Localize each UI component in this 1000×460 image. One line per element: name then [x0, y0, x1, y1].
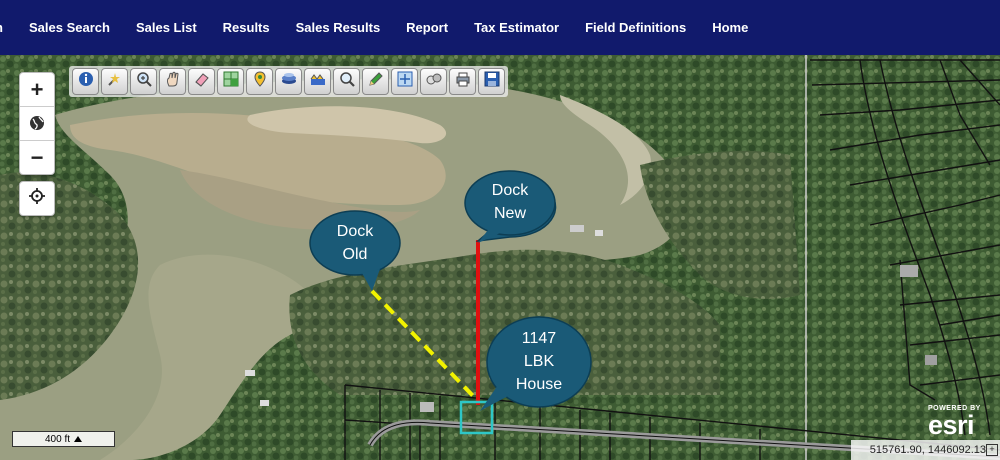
nav-list: Search Sales Search Sales List Results S… [0, 20, 761, 35]
zoom-box-icon [135, 70, 153, 93]
identify-icon [106, 70, 124, 93]
coordinates-text: 515761.90, 1446092.13 [869, 444, 986, 456]
select-parcel-icon [222, 70, 240, 93]
buffer-tool-button[interactable] [420, 68, 447, 95]
erase-tool-button[interactable] [188, 68, 215, 95]
nav-item-results[interactable]: Results [210, 20, 283, 35]
locate-button[interactable] [19, 181, 55, 216]
erase-icon [193, 70, 211, 93]
nav-item-field-definitions[interactable]: Field Definitions [572, 20, 699, 35]
info-icon [77, 70, 95, 93]
house-callout-text: 1147 LBK House [515, 330, 563, 393]
dock-old-callout-text: Dock Old [336, 223, 374, 263]
zoom-box-tool-button[interactable] [130, 68, 157, 95]
dock-new-callout-text: Dock New [491, 182, 529, 222]
map-view[interactable]: Dock New Dock Old 1147 LBK House + − 400… [0, 55, 1000, 460]
add-point-tool-button[interactable] [246, 68, 273, 95]
identify-tool-button[interactable] [101, 68, 128, 95]
pan-hand-tool-button[interactable] [159, 68, 186, 95]
measure-tool-button[interactable] [391, 68, 418, 95]
zoom-out-button[interactable]: − [20, 141, 54, 174]
esri-logo: esri [928, 410, 975, 440]
minus-icon: − [30, 144, 44, 170]
pan-hand-icon [164, 70, 182, 93]
top-navigation-bar: Search Sales Search Sales List Results S… [0, 0, 1000, 55]
neighborhood-icon [309, 70, 327, 93]
annotation-overlay [309, 170, 592, 435]
nav-item-report[interactable]: Report [393, 20, 461, 35]
nav-item-tax-estimator[interactable]: Tax Estimator [461, 20, 572, 35]
triangle-up-icon [74, 434, 83, 445]
nav-item-sales-results[interactable]: Sales Results [283, 20, 394, 35]
search-magnifier-tool-button[interactable] [333, 68, 360, 95]
save-icon [483, 70, 501, 93]
save-tool-button[interactable] [478, 68, 505, 95]
draw-pencil-icon [367, 70, 385, 93]
info-tool-button[interactable] [72, 68, 99, 95]
plus-icon: + [30, 76, 44, 102]
measure-icon [396, 70, 414, 93]
zoom-control: + − [19, 72, 55, 175]
nav-item-sales-list[interactable]: Sales List [123, 20, 210, 35]
buffer-icon [425, 70, 443, 93]
neighborhood-tool-button[interactable] [304, 68, 331, 95]
nav-item-sales-search[interactable]: Sales Search [16, 20, 123, 35]
add-point-icon [251, 70, 269, 93]
print-icon [454, 70, 472, 93]
scale-bar: 400 ft [12, 431, 115, 447]
full-extent-button[interactable] [20, 107, 54, 141]
esri-attribution: POWERED BY esri [928, 405, 981, 440]
scale-label: 400 ft [44, 433, 71, 445]
search-magnifier-icon [338, 70, 356, 93]
draw-pencil-tool-button[interactable] [362, 68, 389, 95]
map-toolbar [69, 66, 508, 97]
nav-item-home[interactable]: Home [699, 20, 761, 35]
nav-item-search[interactable]: Search [0, 20, 16, 35]
expand-icon[interactable]: + [986, 444, 998, 456]
select-parcel-tool-button[interactable] [217, 68, 244, 95]
layers-tool-button[interactable] [275, 68, 302, 95]
print-tool-button[interactable] [449, 68, 476, 95]
crosshair-icon [28, 187, 46, 210]
dock-old-line [370, 289, 478, 401]
globe-icon [29, 111, 45, 137]
coordinate-readout: 515761.90, 1446092.13 + [851, 440, 1000, 460]
layers-icon [280, 70, 298, 93]
zoom-in-button[interactable]: + [20, 73, 54, 107]
